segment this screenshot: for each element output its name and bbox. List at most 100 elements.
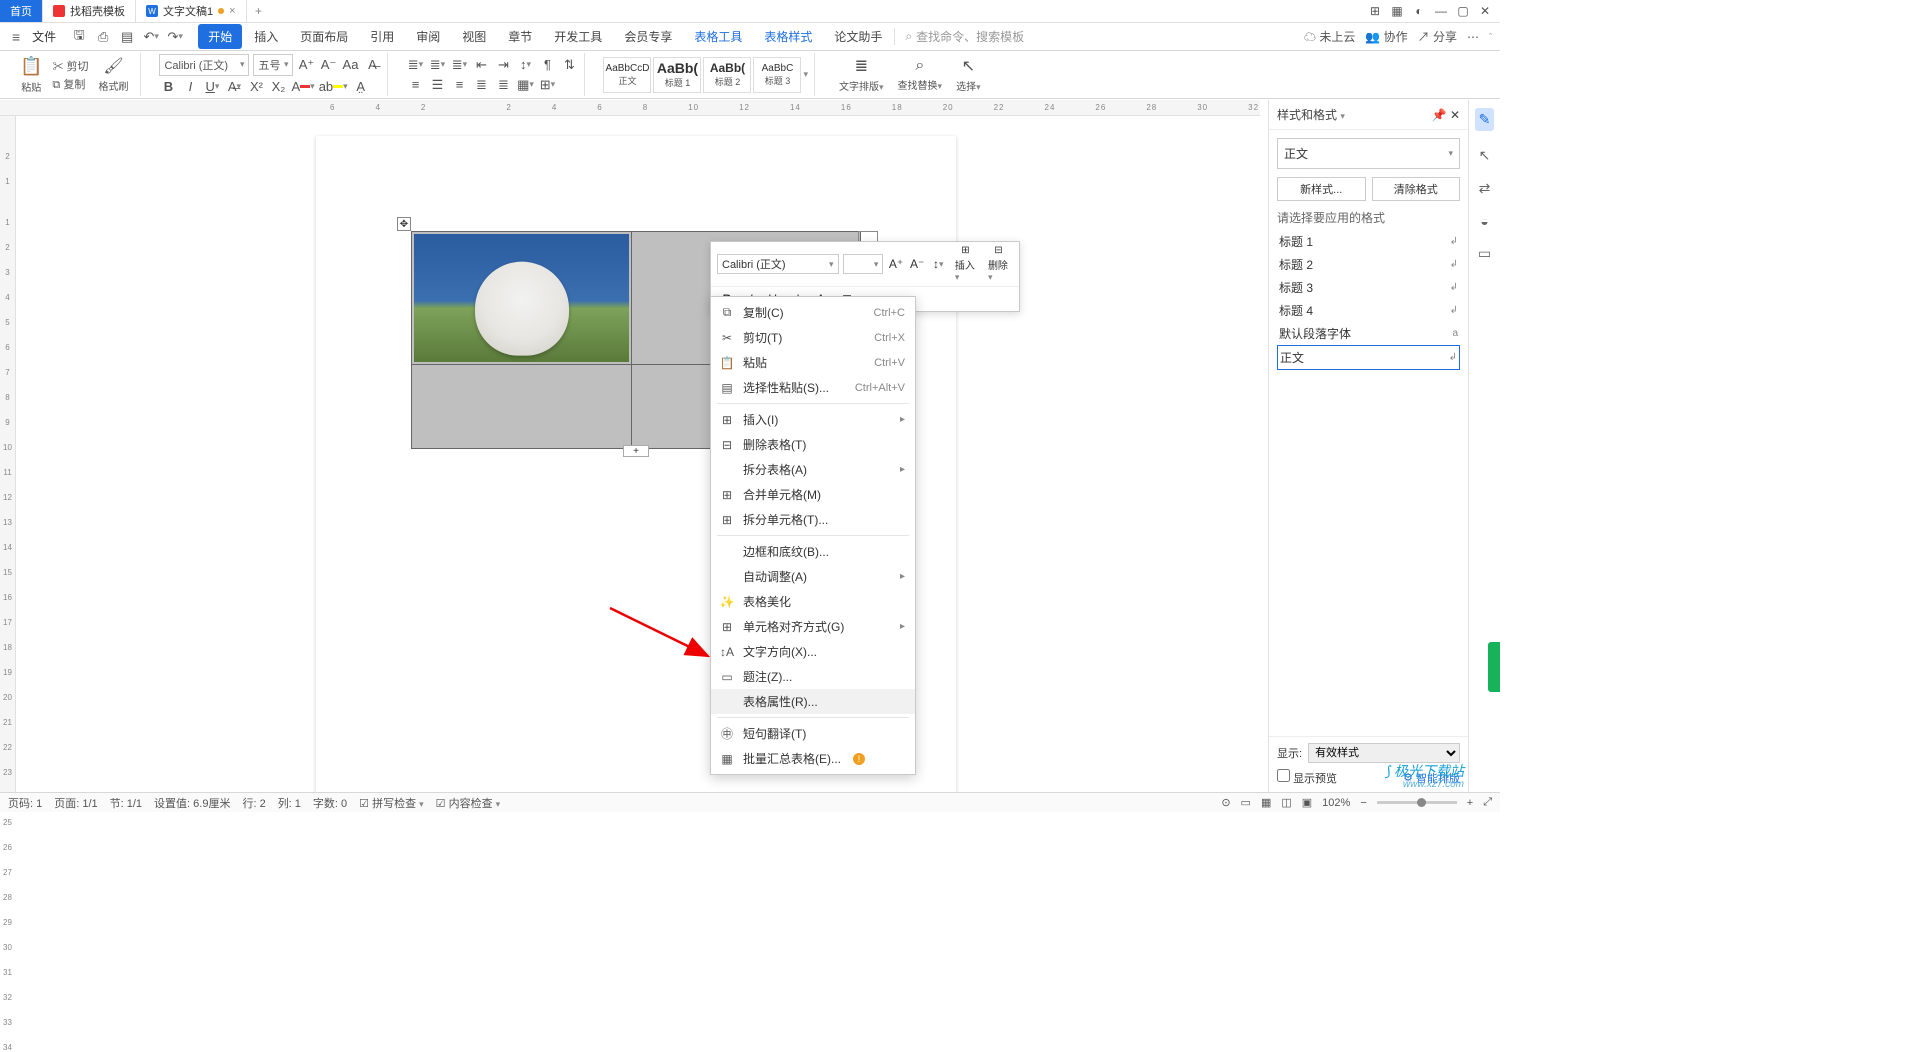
close-panel-icon[interactable]: ✕ — [1450, 108, 1460, 122]
bullets-icon[interactable]: ≣▾ — [406, 56, 424, 74]
increase-font-icon[interactable]: A⁺ — [297, 56, 315, 74]
tab-tablestyle[interactable]: 表格样式 — [754, 24, 822, 49]
multilevel-icon[interactable]: ≣▾ — [450, 56, 468, 74]
view-read-icon[interactable]: ▣ — [1302, 796, 1312, 809]
format-painter-button[interactable]: 🖌格式刷 — [92, 56, 134, 93]
side-edit-icon[interactable]: ✎ — [1475, 108, 1495, 131]
status-page-num[interactable]: 页码: 1 — [8, 795, 42, 811]
view-outline-icon[interactable]: ◫ — [1281, 796, 1291, 809]
style-item-h1[interactable]: 标题 1↲ — [1277, 230, 1460, 253]
skin-icon[interactable]: ◐ — [1412, 4, 1426, 18]
zoom-out-icon[interactable]: − — [1360, 797, 1366, 809]
tab-home[interactable]: 首页 — [0, 0, 43, 22]
maximize-icon[interactable]: ▢ — [1456, 4, 1470, 18]
table-cell-image[interactable] — [412, 232, 632, 365]
tab-chapter[interactable]: 章节 — [498, 24, 542, 49]
subscript-icon[interactable]: X₂ — [269, 78, 287, 96]
superscript-icon[interactable]: X² — [247, 78, 265, 96]
indent-inc-icon[interactable]: ⇥ — [494, 56, 512, 74]
side-shield-icon[interactable]: ◒ — [1480, 213, 1488, 229]
style-item-h4[interactable]: 标题 4↲ — [1277, 299, 1460, 322]
tab-tabletools[interactable]: 表格工具 — [684, 24, 752, 49]
command-search[interactable]: ⌕ 查找命令、搜索模板 — [894, 28, 1024, 45]
view-page-icon[interactable]: ▭ — [1241, 796, 1251, 809]
ctx-paste[interactable]: 📋粘贴Ctrl+V — [711, 350, 915, 375]
print-icon[interactable]: ⎙ — [94, 28, 112, 46]
view-menu-icon[interactable]: ⊙ — [1221, 796, 1230, 809]
tab-thesis[interactable]: 论文助手 — [824, 24, 892, 49]
change-case-icon[interactable]: Aa — [341, 56, 359, 74]
minimize-icon[interactable]: — — [1434, 4, 1448, 18]
ctx-border-shading[interactable]: 边框和底纹(B)... — [711, 539, 915, 564]
borders-icon[interactable]: ⊞▾ — [538, 76, 556, 94]
style-item-default-para[interactable]: 默认段落字体a — [1277, 322, 1460, 345]
table-move-handle[interactable]: ✥ — [397, 217, 411, 231]
zoom-value[interactable]: 102% — [1322, 797, 1350, 809]
pilcrow-icon[interactable]: ¶ — [538, 56, 556, 74]
ctx-merge-cells[interactable]: ⊞合并单元格(M) — [711, 482, 915, 507]
tab-view[interactable]: 视图 — [452, 24, 496, 49]
new-style-button[interactable]: 新样式... — [1277, 177, 1366, 201]
ctx-batch-tables[interactable]: ▦批量汇总表格(E)...! — [711, 746, 915, 771]
decrease-font-icon[interactable]: A⁻ — [319, 56, 337, 74]
phonetic-icon[interactable]: A̤ — [352, 78, 370, 96]
status-contentcheck[interactable]: ☑ 内容检查 ▾ — [436, 795, 501, 811]
align-center-icon[interactable]: ☰ — [428, 76, 446, 94]
style-h1[interactable]: AaBb(标题 1 — [653, 57, 701, 93]
strike-icon[interactable]: A̶▾ — [225, 78, 243, 96]
tab-review[interactable]: 审阅 — [406, 24, 450, 49]
show-preview-checkbox[interactable]: 显示预览 — [1277, 769, 1337, 786]
fullscreen-icon[interactable]: ⤢ — [1483, 796, 1492, 809]
linespacing-icon[interactable]: ↕▾ — [516, 56, 534, 74]
save-icon[interactable]: 🖫 — [70, 28, 88, 46]
ctx-caption[interactable]: ▭题注(Z)... — [711, 664, 915, 689]
mini-delete-button[interactable]: ⊟删除▾ — [984, 245, 1013, 283]
align-right-icon[interactable]: ≡ — [450, 76, 468, 94]
style-h2[interactable]: AaBb(标题 2 — [703, 57, 751, 93]
collapse-ribbon-icon[interactable]: ˆ — [1489, 32, 1492, 42]
ctx-delete-table[interactable]: ⊟删除表格(T) — [711, 432, 915, 457]
style-item-h3[interactable]: 标题 3↲ — [1277, 276, 1460, 299]
bold-icon[interactable]: B — [159, 78, 177, 96]
mini-decfont-icon[interactable]: A⁻ — [909, 255, 926, 273]
select-button[interactable]: ↖选择▾ — [950, 56, 987, 93]
mini-incfont-icon[interactable]: A⁺ — [887, 255, 904, 273]
ctx-split-cells[interactable]: ⊞拆分单元格(T)... — [711, 507, 915, 532]
side-pull-tab[interactable] — [1488, 642, 1500, 692]
shading-icon[interactable]: ▦▾ — [516, 76, 534, 94]
sort-icon[interactable]: ⇅ — [560, 56, 578, 74]
styles-more-icon[interactable]: ▾ — [803, 69, 808, 80]
layout-icon[interactable]: ⊞ — [1368, 4, 1382, 18]
align-distribute-icon[interactable]: ≣ — [494, 76, 512, 94]
cloud-status[interactable]: ☁ 未上云 — [1304, 28, 1355, 45]
preview-icon[interactable]: ▤ — [118, 28, 136, 46]
zoom-slider[interactable] — [1377, 801, 1457, 804]
numbering-icon[interactable]: ≣▾ — [428, 56, 446, 74]
close-tab-icon[interactable]: × — [229, 5, 235, 17]
hamburger-icon[interactable]: ≡ — [8, 29, 24, 45]
ctx-insert[interactable]: ⊞插入(I)▸ — [711, 407, 915, 432]
menu-file[interactable]: 文件 — [26, 28, 62, 45]
status-words[interactable]: 字数: 0 — [313, 795, 347, 811]
more-icon[interactable]: ⋯ — [1467, 30, 1479, 44]
status-pages[interactable]: 页面: 1/1 — [54, 795, 97, 811]
horizontal-ruler[interactable]: 642246810121416182022242628303234363840 — [0, 100, 1260, 116]
clear-format-button[interactable]: 清除格式 — [1372, 177, 1461, 201]
add-row-handle[interactable]: + — [623, 445, 649, 457]
ctx-beautify[interactable]: ✨表格美化 — [711, 589, 915, 614]
mini-insert-button[interactable]: ⊞插入▾ — [951, 245, 980, 283]
ctx-table-properties[interactable]: 表格属性(R)... — [711, 689, 915, 714]
italic-icon[interactable]: I — [181, 78, 199, 96]
font-color-icon[interactable]: A▾ — [291, 78, 314, 96]
pin-icon[interactable]: 📌 — [1432, 108, 1447, 122]
undo-icon[interactable]: ↶▾ — [142, 28, 160, 46]
style-item-h2[interactable]: 标题 2↲ — [1277, 253, 1460, 276]
tab-start[interactable]: 开始 — [198, 24, 242, 49]
highlight-icon[interactable]: ab▾ — [319, 78, 348, 96]
tab-member[interactable]: 会员专享 — [614, 24, 682, 49]
font-family-select[interactable]: Calibri (正文)▾ — [159, 54, 249, 76]
ctx-copy[interactable]: ⧉复制(C)Ctrl+C — [711, 300, 915, 325]
status-spellcheck[interactable]: ☑ 拼写检查 ▾ — [359, 795, 424, 811]
clear-format-icon[interactable]: A̶ — [363, 56, 381, 74]
copy-button[interactable]: ⧉ 复制 — [52, 76, 88, 92]
